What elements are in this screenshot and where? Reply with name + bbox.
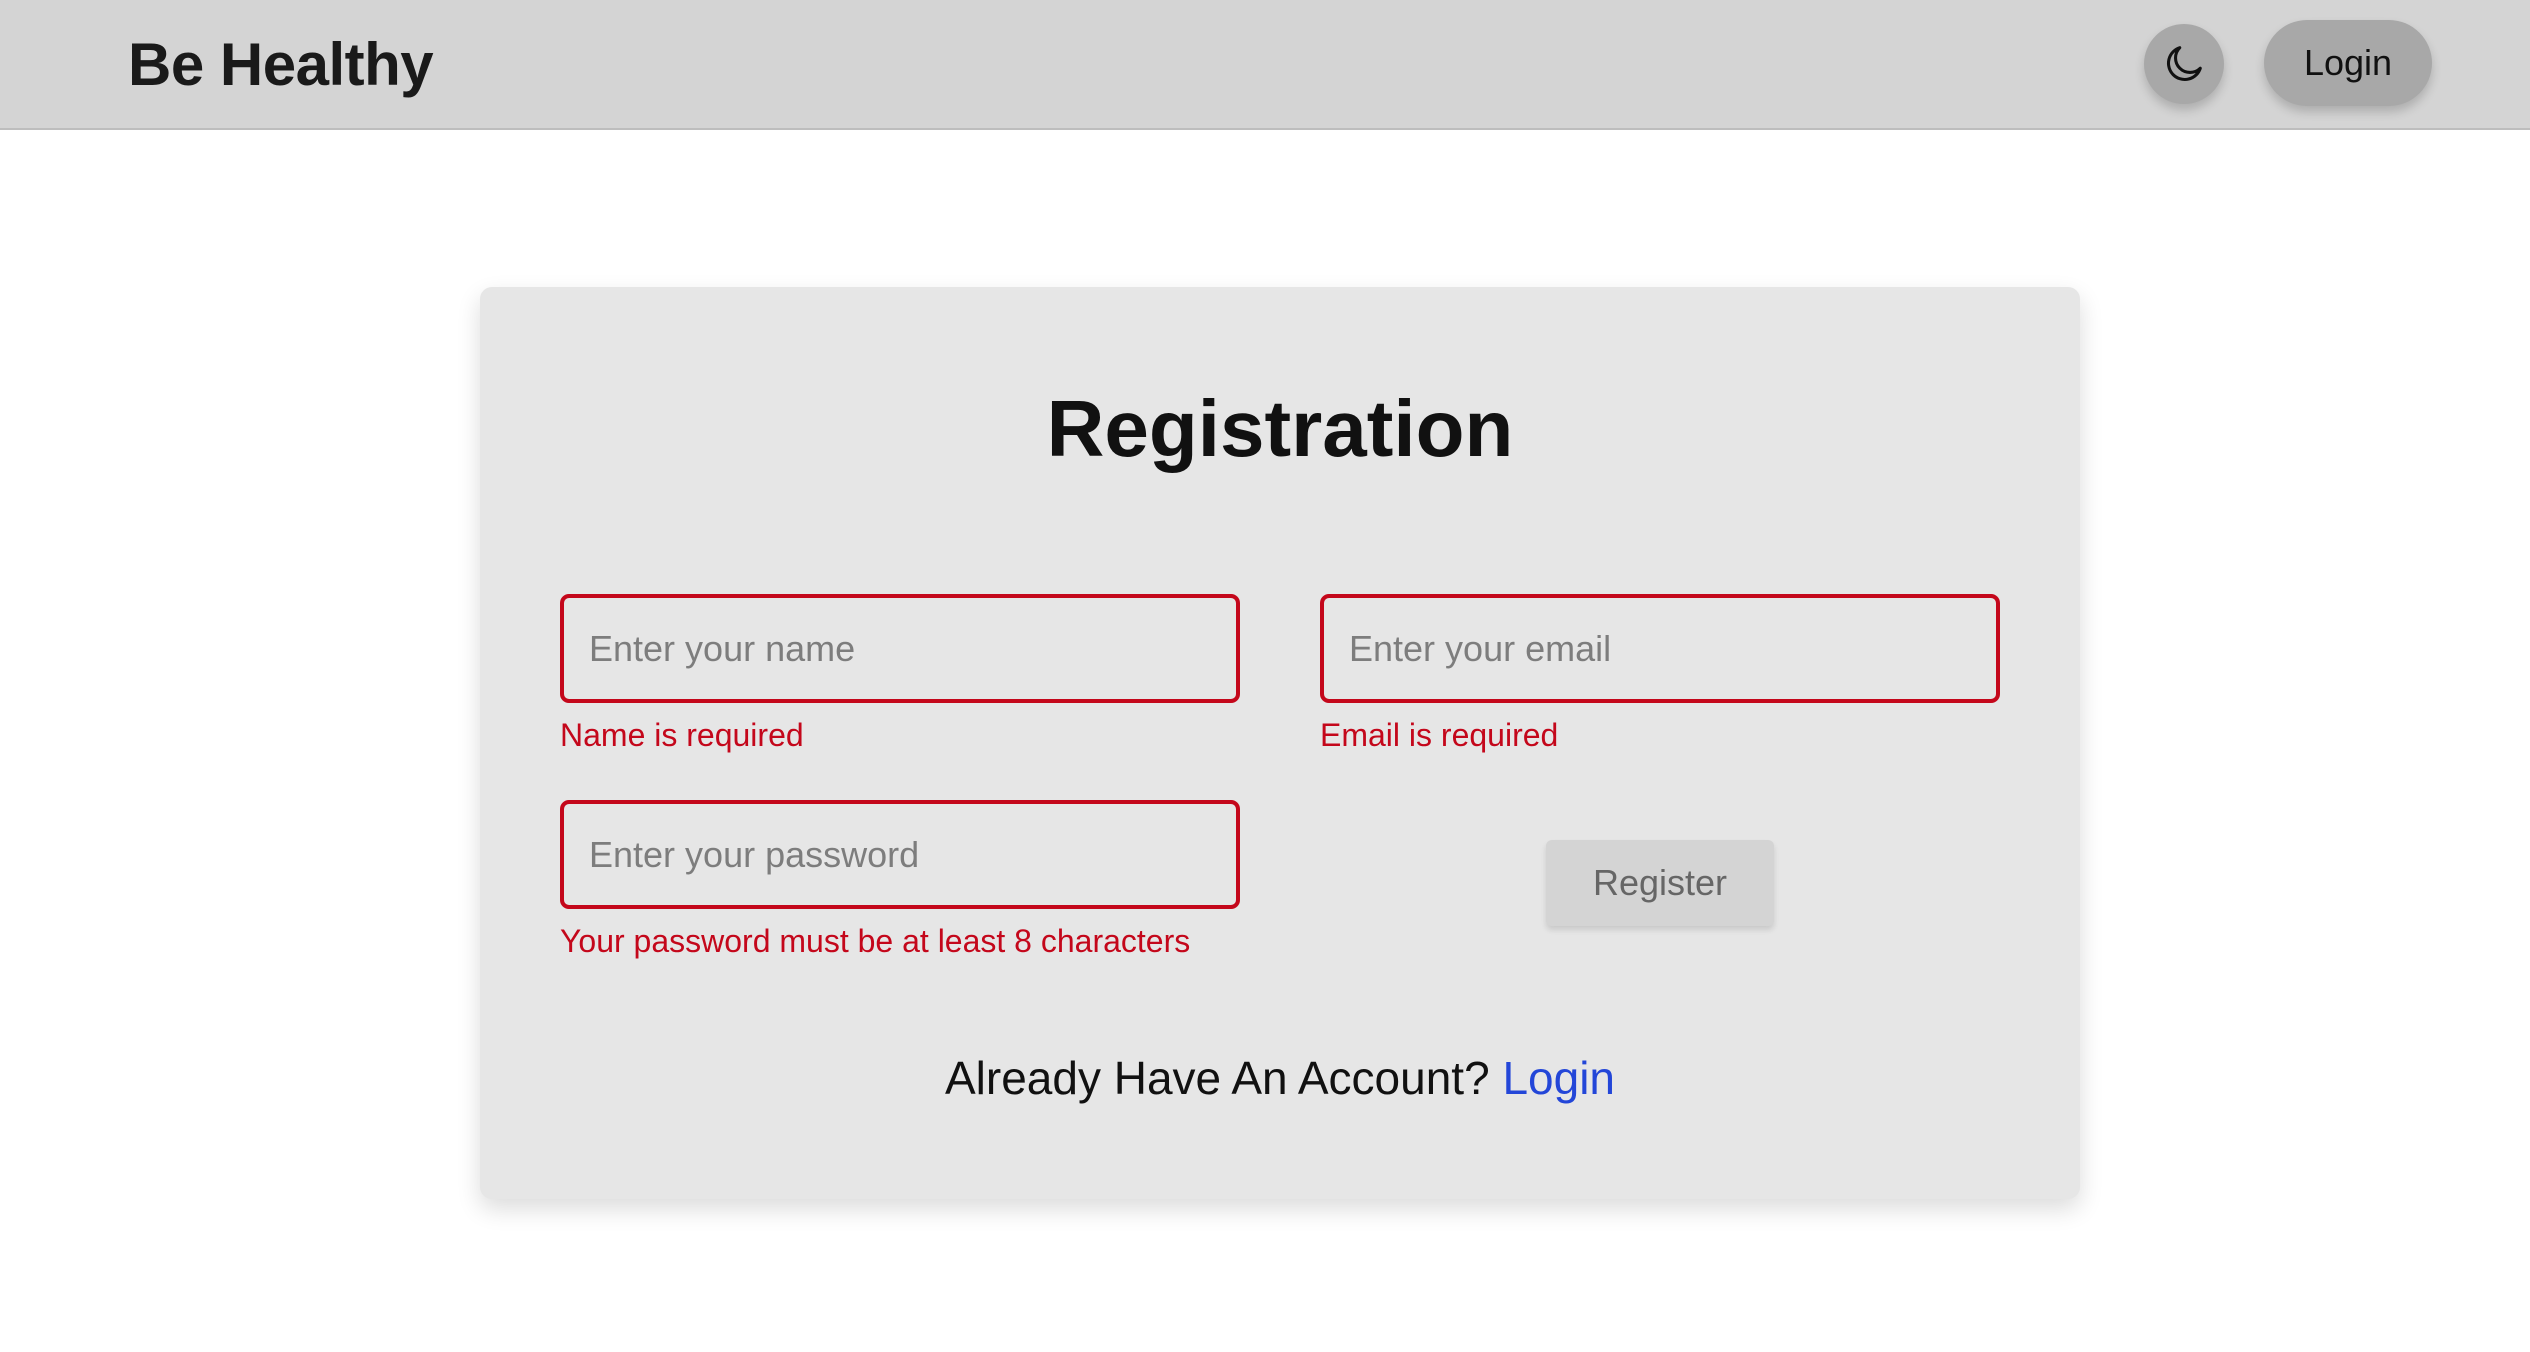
password-error-message: Your password must be at least 8 charact… — [560, 923, 1191, 959]
email-input-placeholder: Enter your email — [1349, 628, 1612, 669]
moon-icon — [2166, 46, 2202, 82]
email-error-message: Email is required — [1320, 717, 1559, 753]
login-prompt: Already Have An Account? Login — [480, 1050, 2080, 1106]
password-input-placeholder: Enter your password — [589, 834, 920, 875]
page-title: Registration — [1046, 384, 1514, 473]
name-error-message: Name is required — [560, 717, 804, 753]
theme-toggle-button[interactable] — [2144, 24, 2224, 104]
nav-login-button[interactable]: Login — [2264, 20, 2432, 106]
login-link[interactable]: Login — [1502, 1052, 1615, 1104]
registration-card: Registration Enter your name Name is req… — [480, 287, 2080, 1199]
password-input[interactable]: Enter your password — [560, 800, 1240, 909]
name-input[interactable]: Enter your name — [560, 594, 1240, 703]
login-prompt-text: Already Have An Account? — [944, 1052, 1490, 1104]
brand-logo[interactable]: Be Healthy — [128, 30, 434, 100]
register-button[interactable]: Register — [1546, 840, 1774, 926]
email-input[interactable]: Enter your email — [1320, 594, 2000, 703]
name-input-placeholder: Enter your name — [589, 628, 856, 669]
navbar: Be Healthy Login — [0, 0, 2530, 130]
